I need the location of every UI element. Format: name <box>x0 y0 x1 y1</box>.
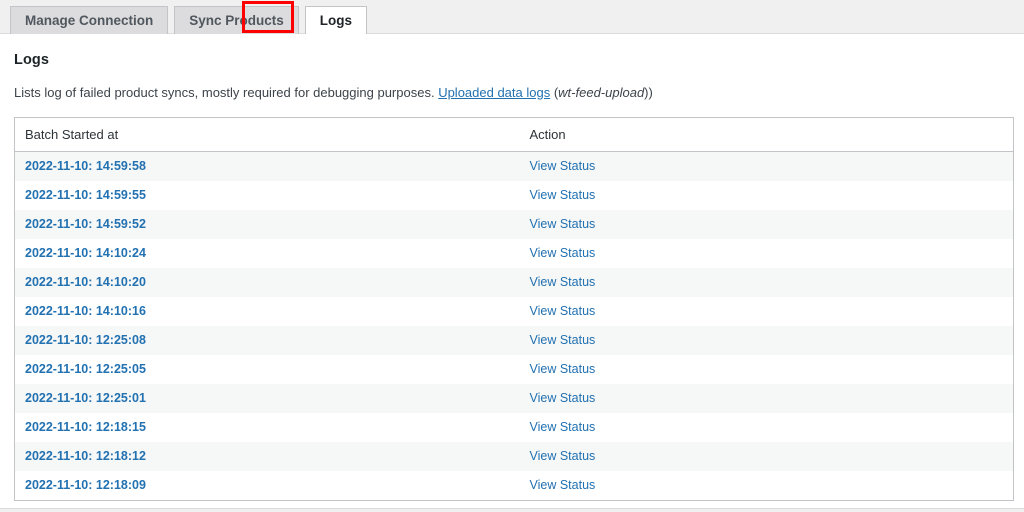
batch-timestamp-link[interactable]: 2022-11-10: 12:25:08 <box>25 333 146 347</box>
view-status-link[interactable]: View Status <box>530 159 596 173</box>
batch-timestamp-link[interactable]: 2022-11-10: 14:10:16 <box>25 304 146 318</box>
cell-batch-started-at: 2022-11-10: 12:25:08 <box>15 326 520 355</box>
cell-action: View Status <box>520 384 1014 413</box>
view-status-link[interactable]: View Status <box>530 420 596 434</box>
view-status-link[interactable]: View Status <box>530 188 596 202</box>
description-paren-open: ( <box>550 85 559 100</box>
tab-bar: Manage Connection Sync Products Logs <box>0 0 1024 34</box>
cell-action: View Status <box>520 442 1014 471</box>
tab-label: Logs <box>319 13 353 28</box>
cell-batch-started-at: 2022-11-10: 14:10:16 <box>15 297 520 326</box>
cell-batch-started-at: 2022-11-10: 12:18:12 <box>15 442 520 471</box>
cell-batch-started-at: 2022-11-10: 12:25:05 <box>15 355 520 384</box>
table-row: 2022-11-10: 12:18:15 View Status <box>14 412 1014 442</box>
table-head: Batch Started at Action <box>14 117 1014 152</box>
cell-action: View Status <box>520 210 1014 239</box>
view-status-link[interactable]: View Status <box>530 304 596 318</box>
view-status-link[interactable]: View Status <box>530 449 596 463</box>
logs-table: Batch Started at Action 2022-11-10: 14:5… <box>14 116 1014 501</box>
table-row: 2022-11-10: 12:25:01 View Status <box>14 383 1014 413</box>
description-text: Lists log of failed product syncs, mostl… <box>14 85 439 100</box>
view-status-link[interactable]: View Status <box>530 333 596 347</box>
table-row: 2022-11-10: 14:59:55 View Status <box>14 180 1014 210</box>
batch-timestamp-link[interactable]: 2022-11-10: 14:10:20 <box>25 275 146 289</box>
description-suffix: )) <box>644 85 653 100</box>
cell-batch-started-at: 2022-11-10: 12:18:09 <box>15 471 520 501</box>
table-row: 2022-11-10: 12:25:08 View Status <box>14 325 1014 355</box>
view-status-link[interactable]: View Status <box>530 391 596 405</box>
cell-action: View Status <box>520 326 1014 355</box>
view-status-link[interactable]: View Status <box>530 246 596 260</box>
page-bottom-edge <box>0 508 1024 512</box>
cell-action: View Status <box>520 355 1014 384</box>
cell-batch-started-at: 2022-11-10: 14:10:20 <box>15 268 520 297</box>
table-row: 2022-11-10: 14:59:52 View Status <box>14 209 1014 239</box>
batch-timestamp-link[interactable]: 2022-11-10: 12:18:09 <box>25 478 146 492</box>
description-folder-name: wt-feed-upload <box>558 85 645 100</box>
tab-label: Sync Products <box>189 13 284 28</box>
column-header-action: Action <box>519 117 1014 152</box>
table-row: 2022-11-10: 14:10:24 View Status <box>14 238 1014 268</box>
cell-batch-started-at: 2022-11-10: 14:59:58 <box>15 151 520 181</box>
batch-timestamp-link[interactable]: 2022-11-10: 12:18:15 <box>25 420 146 434</box>
batch-timestamp-link[interactable]: 2022-11-10: 14:10:24 <box>25 246 146 260</box>
table-row: 2022-11-10: 14:59:58 View Status <box>14 151 1014 181</box>
tab-manage-connection[interactable]: Manage Connection <box>10 6 169 34</box>
view-status-link[interactable]: View Status <box>530 275 596 289</box>
table-row: 2022-11-10: 12:18:12 View Status <box>14 441 1014 471</box>
view-status-link[interactable]: View Status <box>530 478 596 492</box>
batch-timestamp-link[interactable]: 2022-11-10: 14:59:58 <box>25 159 146 173</box>
batch-timestamp-link[interactable]: 2022-11-10: 12:18:12 <box>25 449 146 463</box>
cell-action: View Status <box>520 181 1014 210</box>
tab-label: Manage Connection <box>25 13 154 28</box>
tab-sync-products[interactable]: Sync Products <box>174 6 299 34</box>
batch-timestamp-link[interactable]: 2022-11-10: 12:25:01 <box>25 391 146 405</box>
cell-batch-started-at: 2022-11-10: 14:59:52 <box>15 210 520 239</box>
table-row: 2022-11-10: 12:25:05 View Status <box>14 354 1014 384</box>
view-status-link[interactable]: View Status <box>530 217 596 231</box>
page-title: Logs <box>14 52 50 68</box>
table-row: 2022-11-10: 14:10:20 View Status <box>14 267 1014 297</box>
table-header-row: Batch Started at Action <box>14 117 1014 152</box>
cell-action: View Status <box>520 297 1014 326</box>
view-status-link[interactable]: View Status <box>530 362 596 376</box>
logs-description: Lists log of failed product syncs, mostl… <box>14 83 1010 103</box>
cell-batch-started-at: 2022-11-10: 14:59:55 <box>15 181 520 210</box>
table-row: 2022-11-10: 14:10:16 View Status <box>14 296 1014 326</box>
uploaded-data-logs-link[interactable]: Uploaded data logs <box>438 85 550 100</box>
cell-action: View Status <box>520 151 1014 181</box>
cell-batch-started-at: 2022-11-10: 14:10:24 <box>15 239 520 268</box>
cell-batch-started-at: 2022-11-10: 12:25:01 <box>15 384 520 413</box>
logs-panel: Logs Lists log of failed product syncs, … <box>0 34 1024 501</box>
cell-action: View Status <box>520 268 1014 297</box>
column-header-batch-started-at: Batch Started at <box>14 117 520 152</box>
cell-batch-started-at: 2022-11-10: 12:18:15 <box>15 413 520 442</box>
batch-timestamp-link[interactable]: 2022-11-10: 12:25:05 <box>25 362 146 376</box>
cell-action: View Status <box>520 471 1014 501</box>
table-body: 2022-11-10: 14:59:58 View Status 2022-11-1… <box>14 151 1014 501</box>
batch-timestamp-link[interactable]: 2022-11-10: 14:59:52 <box>25 217 146 231</box>
cell-action: View Status <box>520 239 1014 268</box>
tab-logs[interactable]: Logs <box>304 6 368 34</box>
cell-action: View Status <box>520 413 1014 442</box>
table-row: 2022-11-10: 12:18:09 View Status <box>14 470 1014 501</box>
batch-timestamp-link[interactable]: 2022-11-10: 14:59:55 <box>25 188 146 202</box>
